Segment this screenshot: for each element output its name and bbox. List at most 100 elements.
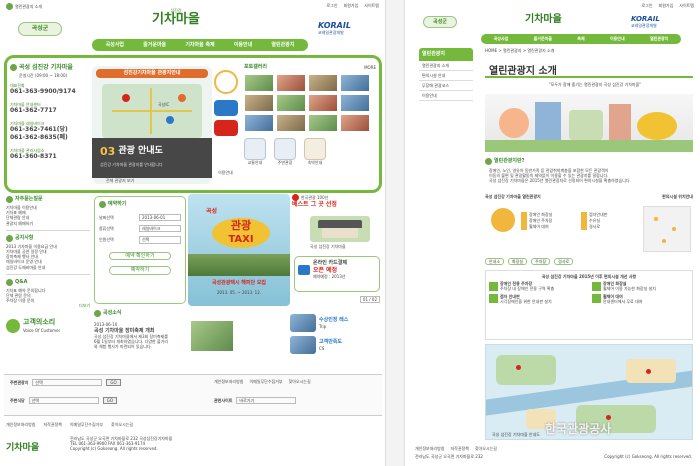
side-link[interactable]: 관광지 예매하기: [6, 221, 90, 226]
count-select[interactable]: 선택: [139, 236, 181, 244]
bottom-link[interactable]: 개인정보처리방침: [214, 379, 243, 384]
gallery-thumb[interactable]: [244, 113, 274, 132]
go-button[interactable]: GO: [106, 379, 121, 387]
gallery-thumb[interactable]: [340, 113, 370, 132]
map-info-link[interactable]: 이용안내: [218, 170, 233, 175]
gallery-thumb[interactable]: [276, 93, 306, 112]
gnb-item-3[interactable]: 기차마을 축제: [185, 42, 214, 49]
footer-link[interactable]: 이메일무단수집거부: [70, 422, 103, 427]
voice-banner[interactable]: 고객의소리 Voice Of Customer: [6, 318, 90, 333]
map-banner[interactable]: 섬진강기차마을 관광지안내 곡성IC 03 관광 안내도 섬진강 기차마을 관광…: [92, 66, 212, 184]
bottom-link[interactable]: 찾아오시는길: [289, 379, 311, 384]
reserve-check-button[interactable]: 예약 확인하기: [109, 251, 171, 261]
promo-image: [290, 336, 316, 354]
footer-link[interactable]: 개인정보처리방침: [415, 446, 444, 451]
gallery-thumb[interactable]: [308, 73, 338, 92]
lnb-item[interactable]: 편의시설 안내: [419, 71, 473, 81]
promo-image: [290, 314, 316, 332]
gallery-thumb[interactable]: [340, 73, 370, 92]
facility-item: 점자 안내판 시각장애인을 위한 안내판 설치: [489, 294, 586, 304]
sitemap-link[interactable]: 사이트맵: [364, 3, 379, 8]
footer-link[interactable]: 찾아오시는길: [111, 422, 133, 427]
news-photo[interactable]: [190, 320, 234, 352]
family-site-select[interactable]: 바로가기: [236, 397, 297, 405]
gnb-item-2[interactable]: 즐거운마을: [534, 36, 552, 41]
county-logo[interactable]: 곡성군: [423, 16, 457, 28]
footer-link[interactable]: 저작권정책: [450, 446, 468, 451]
gnb-item-2[interactable]: 즐거운마을: [143, 42, 166, 49]
login-link[interactable]: 로그인: [326, 3, 337, 8]
speech-icon: [6, 318, 20, 333]
qna-more-link[interactable]: 더보기: [6, 303, 90, 308]
food-select[interactable]: 선택: [28, 397, 99, 405]
lnb-item[interactable]: 이용안내: [419, 91, 473, 102]
korail-logo[interactable]: KORAIL 코레일관광개발: [318, 22, 351, 36]
facility-item: 휠체어 대여 안내센터에서 무료 대여: [592, 294, 689, 304]
sitemap-link[interactable]: 사이트맵: [679, 3, 694, 8]
news-panel: 곡성소식 2013-06-10 곡성 기차마을 장미축제 개최 곡성 섬진강 기…: [94, 310, 290, 370]
lnb-item[interactable]: 무장애 관광코스: [419, 81, 473, 92]
korail-logo[interactable]: KORAIL 코레일관광개발: [631, 16, 660, 29]
steps-row: 안내소 화장실 주차장 경사로: [485, 258, 574, 266]
tour-shortcut[interactable]: 주변관광: [274, 137, 296, 165]
stay-shortcut[interactable]: 숙박안내: [304, 137, 326, 165]
sub-page: 로그인 회원가입 사이트맵 곡성군 기차마을 KORAIL 코레일관광개발 곡성…: [404, 0, 700, 466]
gnb-item-5[interactable]: 열린관광지: [650, 36, 668, 41]
gnb-item-1[interactable]: 곡성사업: [106, 42, 124, 49]
train-icon: [10, 64, 17, 72]
gallery-thumb[interactable]: [340, 93, 370, 112]
intro-heading: 열린관광지란?: [485, 158, 525, 165]
gnb-item-4[interactable]: 이용안내: [610, 36, 625, 41]
county-logo[interactable]: 곡성군: [18, 22, 62, 36]
watermark: 한국관광공사: [545, 422, 612, 436]
lnb-item[interactable]: 열린관광지 소개: [419, 61, 473, 71]
banner-pager[interactable]: 01 / 02: [359, 296, 380, 304]
footer-link[interactable]: 개인정보처리방침: [6, 422, 35, 427]
gnb-item-4[interactable]: 이용안내: [234, 42, 252, 49]
footer-link[interactable]: 찾아오시는길: [475, 446, 497, 451]
magnifier-icon: [274, 137, 296, 160]
date-input[interactable]: 2013-06-01: [139, 214, 181, 222]
join-link[interactable]: 회원가입: [344, 3, 359, 8]
card-payment-banner[interactable]: 온라인 카드결제 오픈 예정 예약예정 : 2013년: [294, 256, 380, 292]
photo-gallery: 포토갤러리 MORE 교통안내 주변관광 숙박안내: [244, 64, 376, 165]
gnb-item-3[interactable]: 축제: [577, 36, 584, 41]
notice-item[interactable]: 섬진강 도깨비마을 안내: [6, 265, 90, 270]
main-homepage: 열린관광지 소개 로그인 회원가입 사이트맵 곡성군 섬진강 기차마을 KORA…: [0, 0, 386, 466]
go-button[interactable]: GO: [102, 397, 117, 405]
promo-banner[interactable]: 고객만족도 CS: [290, 336, 382, 354]
gnb-item-5[interactable]: 열린관광지: [271, 42, 294, 49]
top-left-link[interactable]: 열린관광지 소개: [6, 3, 42, 10]
kind-select[interactable]: 레일바이크: [139, 225, 181, 233]
traffic-shortcut[interactable]: 교통안내: [244, 137, 266, 165]
gnb-item-1[interactable]: 곡성사업: [494, 36, 509, 41]
bus-icon: [244, 137, 266, 160]
reserve-button[interactable]: 예약하기: [109, 266, 171, 275]
login-link[interactable]: 로그인: [641, 3, 652, 8]
gallery-thumb[interactable]: [244, 73, 274, 92]
join-link[interactable]: 회원가입: [659, 3, 674, 8]
map-banner-caption: 03 관광 안내도 섬진강 기차마을 관광지를 안내합니다: [92, 138, 212, 178]
wheelchair-icon: [489, 281, 498, 291]
village-logo[interactable]: 기차마을: [525, 10, 562, 25]
intro-text: 장애인, 노인, 영유아 동반가족 등 관광취약계층을 포함한 모든 관광객이 …: [489, 168, 631, 184]
gallery-thumb[interactable]: [308, 93, 338, 112]
gallery-thumb[interactable]: [308, 113, 338, 132]
gallery-thumb[interactable]: [276, 113, 306, 132]
wheelchair-icon: [592, 294, 601, 304]
village-logo[interactable]: 섬진강 기차마을: [152, 8, 200, 26]
gallery-more-link[interactable]: MORE: [364, 65, 376, 70]
footer-link[interactable]: 저작권정책: [43, 422, 61, 427]
promo-banner[interactable]: 수상인정 레스 Trip: [290, 314, 382, 332]
bottom-link[interactable]: 이메일무단수집거부: [249, 379, 282, 384]
facility-item: 장애인 화장실 휠체어 이용 가능한 화장실 설치: [592, 281, 689, 291]
legend-swatch: [521, 224, 527, 230]
gallery-thumb[interactable]: [276, 73, 306, 92]
gallery-thumb[interactable]: [244, 93, 274, 112]
info-panel: 곡성 섬진강 기차마을 운영시간 (09:00 ~ 18:00) 대표전화 06…: [10, 64, 76, 160]
taxi-banner[interactable]: 곡성 관광 TAXI 곡성관광택시 해피단 모집 2013. 05. ~ 201…: [188, 194, 290, 306]
toilet-icon: [592, 281, 601, 291]
nearby-select[interactable]: 선택: [32, 379, 103, 387]
right-banners: 한국관광 100선 베스트 그 곳 선정 곡성 섬진강 기차마을 온라인 카드결…: [292, 194, 382, 306]
footer-copyright: Copyright (c) Gokseong. All rights reser…: [604, 454, 692, 459]
